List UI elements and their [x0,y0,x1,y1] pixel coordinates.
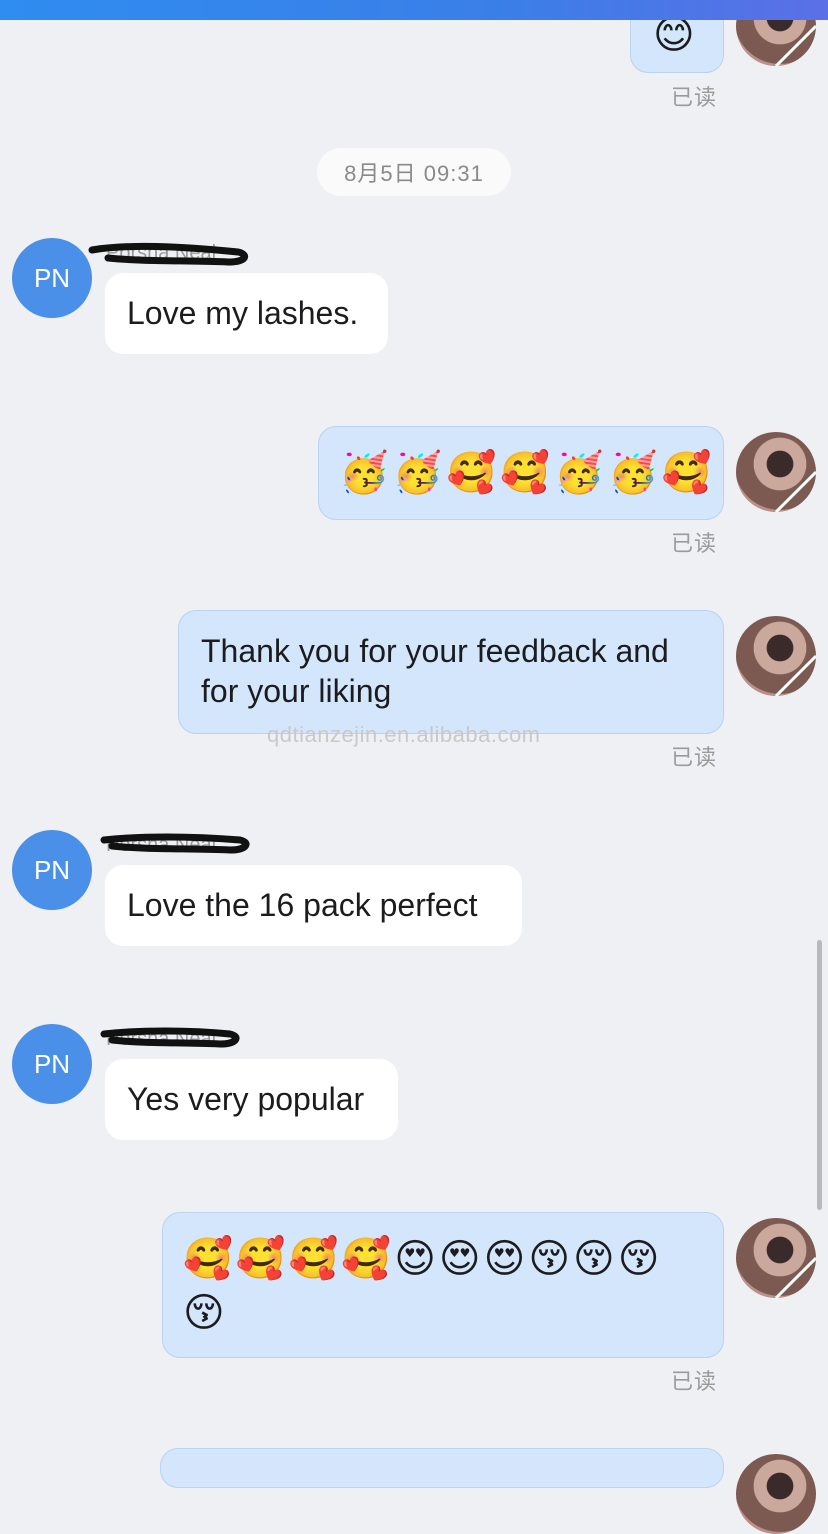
incoming-message-bubble[interactable]: Yes very popular [105,1059,398,1140]
read-receipt: 已读 [671,1369,718,1394]
message-text: Thank you for your feedback and [201,633,669,669]
read-receipt: 已读 [671,85,718,110]
outgoing-message-bubble[interactable] [160,1448,724,1488]
message-text: Love my lashes. [127,295,359,331]
outgoing-message-bubble[interactable]: 🥰🥰🥰🥰😍😍😍😚😚😚 😚 [162,1212,724,1358]
message-text-line2: for your liking [201,673,392,709]
read-receipt: 已读 [671,531,718,556]
redaction-scribble [88,242,249,266]
incoming-message-bubble[interactable]: Love my lashes. [105,273,388,354]
message-text: Love the 16 pack perfect [127,887,478,923]
incoming-message-bubble[interactable]: Love the 16 pack perfect [105,865,522,946]
emoji-message: 🥰🥰🥰🥰😍😍😍😚😚😚 [183,1237,663,1281]
outgoing-message-bubble[interactable]: Thank you for your feedback and for your… [178,610,724,734]
top-bar [0,0,828,20]
contact-avatar[interactable]: PN [12,238,92,318]
my-avatar[interactable] [736,432,816,512]
my-avatar[interactable] [736,1454,816,1534]
message-text: Yes very popular [127,1081,365,1117]
my-avatar[interactable] [736,1218,816,1298]
outgoing-message-bubble[interactable]: 🥳🥳🥰🥰🥳🥳🥰 [318,426,724,520]
time-divider: 8月5日 09:31 [317,148,511,196]
watermark: qdtianzejin.en.alibaba.com [267,722,541,747]
scrollbar[interactable] [817,940,822,1210]
my-avatar[interactable] [736,616,816,696]
emoji-message: 🥳🥳🥰🥰🥳🥳🥰 [339,451,716,495]
redaction-scribble [100,833,250,854]
redaction-scribble [100,1027,240,1048]
contact-avatar[interactable]: PN [12,830,92,910]
read-receipt: 已读 [671,745,718,770]
contact-avatar[interactable]: PN [12,1024,92,1104]
emoji-message-line2: 😚 [183,1291,229,1335]
